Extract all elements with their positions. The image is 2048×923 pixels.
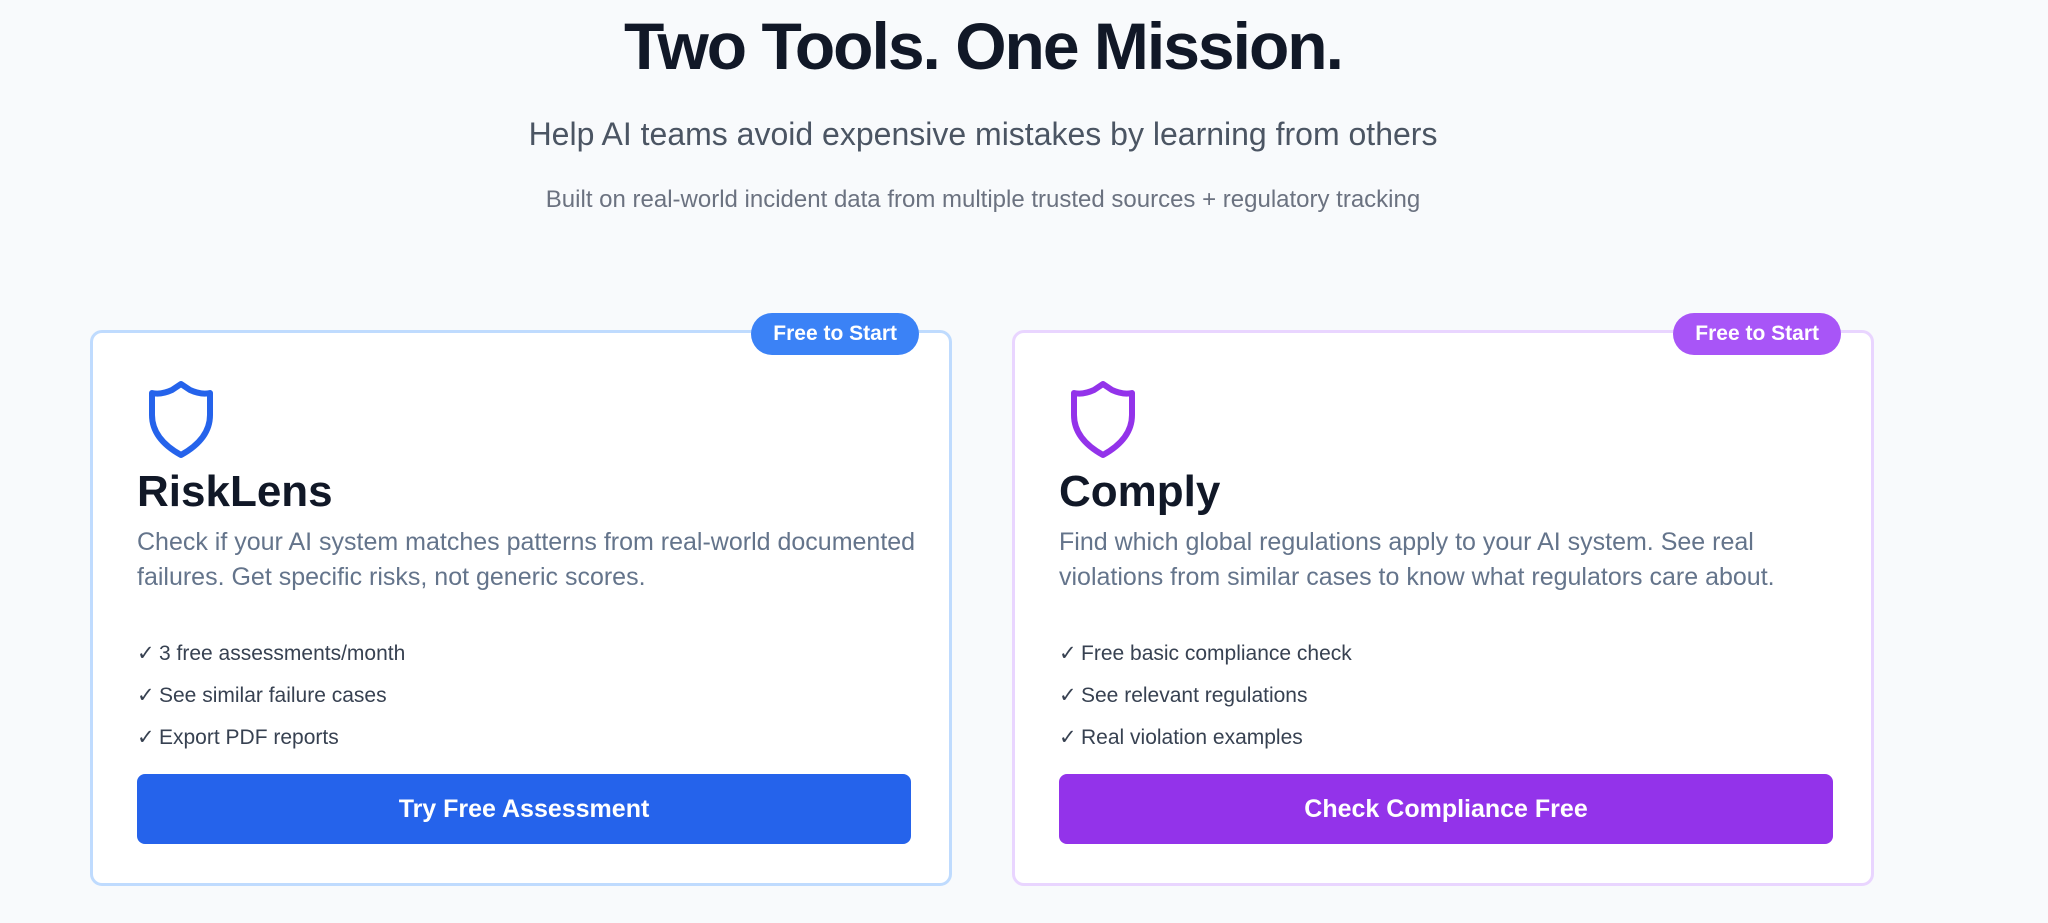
check-compliance-free-button[interactable]: Check Compliance Free	[1059, 774, 1833, 844]
card-title: Comply	[1059, 467, 1221, 516]
feature-text: 3 free assessments/month	[159, 642, 406, 665]
feature-text: Real violation examples	[1081, 726, 1303, 749]
feature-text: Free basic compliance check	[1081, 642, 1352, 665]
feature-text: Export PDF reports	[159, 726, 339, 749]
feature-list: ✓ Free basic compliance check ✓ See releva…	[1059, 633, 1352, 759]
feature-item: ✓ Export PDF reports	[137, 717, 405, 759]
free-to-start-badge: Free to Start	[751, 313, 919, 355]
feature-item: ✓ See similar failure cases	[137, 675, 405, 717]
comply-card: Free to Start Comply Find which global r…	[1012, 313, 1874, 886]
shield-icon	[1067, 379, 1139, 459]
risklens-card: Free to Start RiskLens Check if your AI …	[90, 313, 952, 886]
card-description: Check if your AI system matches patterns…	[137, 528, 916, 591]
card-title: RiskLens	[137, 467, 333, 516]
feature-item: ✓ See relevant regulations	[1059, 675, 1352, 717]
feature-item: ✓ Real violation examples	[1059, 717, 1352, 759]
feature-list: ✓ 3 free assessments/month ✓ See similar f…	[137, 633, 405, 759]
shield-icon	[145, 379, 217, 459]
check-icon: ✓	[137, 726, 155, 749]
check-icon: ✓	[137, 642, 155, 665]
free-to-start-badge: Free to Start	[1673, 313, 1841, 355]
check-icon: ✓	[1059, 642, 1077, 665]
check-icon: ✓	[1059, 684, 1077, 707]
page-note: Built on real-world incident data from m…	[545, 186, 1421, 213]
try-free-assessment-button[interactable]: Try Free Assessment	[137, 774, 911, 844]
feature-text: See similar failure cases	[159, 684, 387, 707]
feature-item: ✓ 3 free assessments/month	[137, 633, 405, 675]
check-icon: ✓	[137, 684, 155, 707]
feature-text: See relevant regulations	[1081, 684, 1308, 707]
page-title: Two Tools. One Mission.	[624, 9, 1344, 83]
card-description: Find which global regulations apply to y…	[1059, 528, 1775, 591]
feature-item: ✓ Free basic compliance check	[1059, 633, 1352, 675]
page-subtitle: Help AI teams avoid expensive mistakes b…	[528, 116, 1438, 152]
check-icon: ✓	[1059, 726, 1077, 749]
